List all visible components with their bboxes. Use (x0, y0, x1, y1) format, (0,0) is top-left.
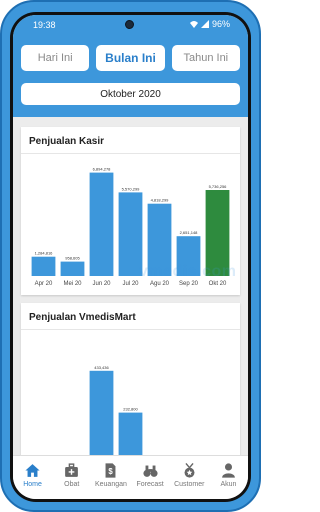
binoculars-icon (143, 465, 158, 477)
tab-today[interactable]: Hari Ini (21, 45, 90, 71)
nav-label: Customer (174, 481, 205, 488)
x-tick-label: Okt 20 (209, 281, 227, 287)
nav-obat[interactable]: Obat (52, 456, 91, 499)
status-indicators: 96% (189, 19, 230, 29)
signal-icon (200, 20, 209, 28)
bar-item-3[interactable] (118, 412, 143, 455)
x-tick-label: Jun 20 (92, 281, 111, 287)
wifi-icon (189, 21, 198, 28)
dashboard-content: Penjualan Kasir 1,284,816 Apr 20 958,605 Me… (13, 117, 248, 455)
x-tick-label: Jul 20 (122, 281, 139, 287)
nav-label: Akun (220, 481, 237, 488)
nav-label: Keuangan (94, 481, 127, 488)
camera-icon (125, 20, 134, 29)
value-label: 5,570,299 (122, 186, 141, 191)
bar-jun-20[interactable] (89, 172, 114, 276)
value-label: 433,436 (94, 365, 109, 370)
user-icon (222, 463, 235, 478)
divider (21, 329, 240, 330)
value-label: 4,818,299 (151, 198, 170, 203)
value-label: 2,651,148 (180, 230, 199, 235)
nav-home[interactable]: Home (13, 456, 52, 499)
money-icon: $ (105, 463, 116, 478)
status-bar: 19:38 96% (13, 15, 248, 35)
bottom-nav: Home Obat $ Keuangan Forecast Customer A… (13, 455, 248, 499)
status-time: 19:38 (33, 20, 56, 30)
nav-label: Forecast (136, 481, 164, 488)
badge-icon (184, 462, 195, 478)
battery-level: 96% (211, 19, 230, 29)
value-label: 232,800 (123, 407, 138, 412)
bar-item-2[interactable] (89, 370, 114, 455)
nav-forecast[interactable]: Forecast (131, 456, 170, 499)
nav-keuangan[interactable]: $ Keuangan (91, 456, 130, 499)
x-tick-label: Mei 20 (63, 281, 82, 287)
svg-text:$: $ (109, 467, 114, 476)
app-screen: 19:38 96% Hari Ini Bulan Ini Tahun Ini O… (13, 15, 248, 499)
period-tabs: Hari Ini Bulan Ini Tahun Ini (21, 45, 240, 71)
value-label: 5,736,256 (209, 184, 228, 189)
watermark: vmedis.com (139, 263, 237, 280)
bar-mei-20[interactable] (60, 261, 85, 276)
period-selector[interactable]: Oktober 2020 (21, 83, 240, 105)
header-band: 19:38 96% Hari Ini Bulan Ini Tahun Ini O… (13, 15, 248, 117)
medkit-icon (65, 463, 79, 477)
vmedismart-sales-chart: 433,436 232,800 (89, 365, 143, 455)
bar-apr-20[interactable] (31, 256, 56, 276)
x-tick-label: Agu 20 (150, 281, 170, 287)
nav-customer[interactable]: Customer (170, 456, 209, 499)
value-label: 1,284,816 (35, 251, 54, 256)
vmedismart-sales-card: Penjualan VmedisMart 433,436 232,800 (21, 303, 240, 455)
x-tick-label: Sep 20 (179, 281, 199, 287)
nav-label: Home (23, 481, 42, 488)
value-label: 958,605 (65, 256, 80, 261)
home-icon (25, 464, 40, 477)
x-tick-label: Apr 20 (35, 281, 53, 287)
value-label: 6,894,278 (93, 167, 112, 172)
nav-label: Obat (64, 481, 80, 488)
nav-akun[interactable]: Akun (209, 456, 248, 499)
tab-this-year[interactable]: Tahun Ini (171, 45, 240, 71)
card-title: Penjualan VmedisMart (29, 312, 136, 323)
phone-bezel: 19:38 96% Hari Ini Bulan Ini Tahun Ini O… (10, 12, 251, 502)
divider (21, 153, 240, 154)
tab-this-month[interactable]: Bulan Ini (96, 45, 165, 71)
card-title: Penjualan Kasir (29, 136, 105, 147)
